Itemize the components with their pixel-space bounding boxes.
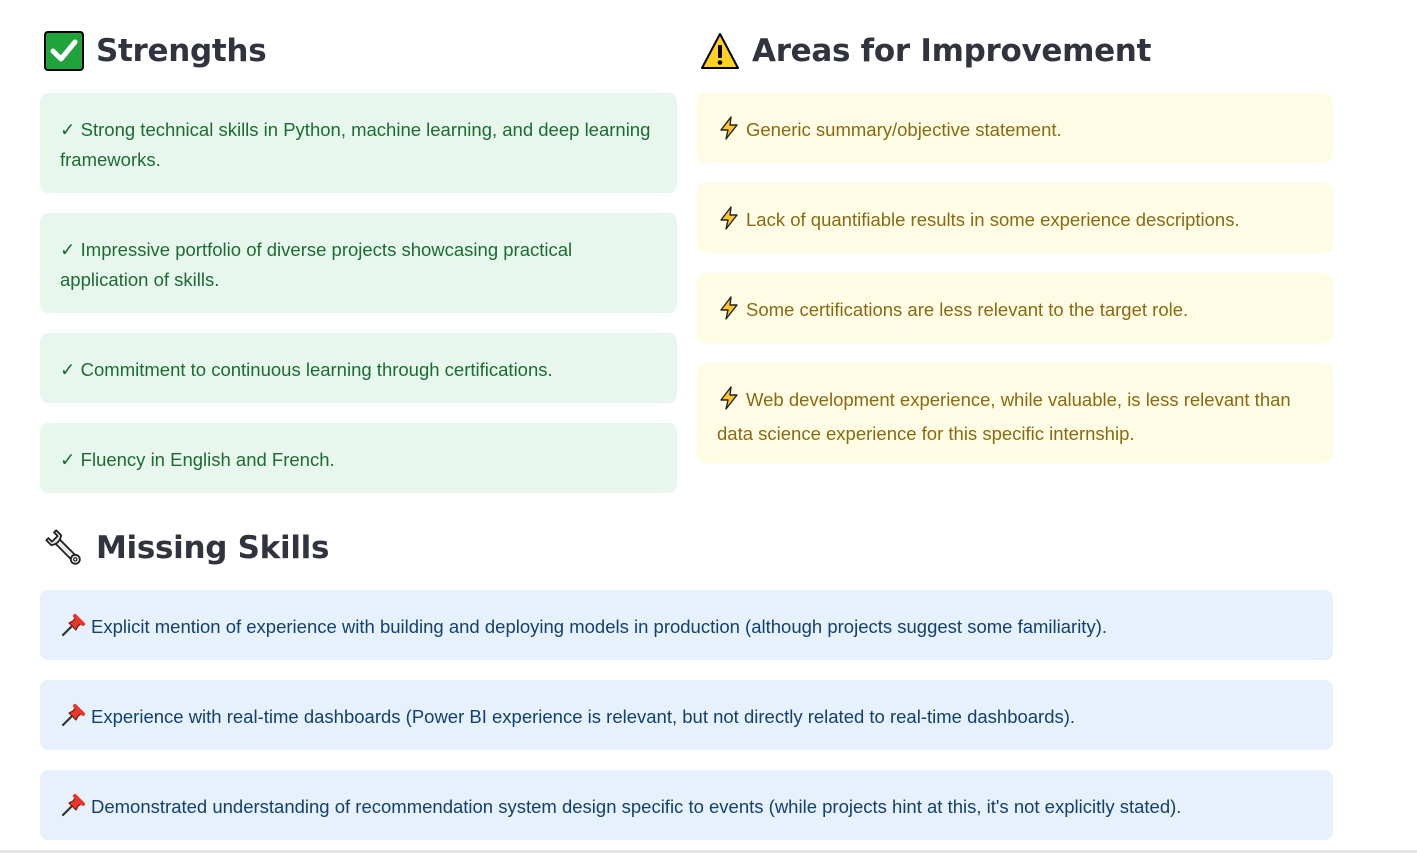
- wrench-icon: [44, 528, 84, 568]
- improvement-card: Some certifications are less relevant to…: [697, 273, 1333, 343]
- strength-card: ✓ Fluency in English and French.: [40, 423, 677, 493]
- strength-text: Fluency in English and French.: [80, 449, 335, 470]
- pushpin-icon: [60, 613, 86, 646]
- strength-card: ✓ Commitment to continuous learning thro…: [40, 333, 677, 403]
- check-marker: ✓: [60, 239, 76, 260]
- lightning-bolt-icon: [717, 206, 741, 239]
- check-marker: ✓: [60, 359, 76, 380]
- pushpin-icon: [60, 703, 86, 736]
- missing-skill-text: Experience with real-time dashboards (Po…: [91, 706, 1076, 727]
- missing-skill-text: Explicit mention of experience with buil…: [91, 616, 1107, 637]
- lightning-bolt-icon: [717, 296, 741, 329]
- strengths-title: Strengths: [96, 33, 267, 69]
- improvement-text: Generic summary/objective statement.: [746, 119, 1062, 140]
- improvements-title: Areas for Improvement: [752, 33, 1152, 69]
- improvements-heading: Areas for Improvement: [700, 31, 1151, 71]
- improvement-card: Generic summary/objective statement.: [697, 93, 1333, 163]
- missing-skill-card: Demonstrated understanding of recommenda…: [40, 770, 1333, 840]
- lightning-bolt-icon: [717, 116, 741, 149]
- improvement-card: Web development experience, while valuab…: [697, 363, 1333, 463]
- warning-icon: [700, 31, 740, 71]
- strength-card: ✓ Strong technical skills in Python, mac…: [40, 93, 677, 193]
- strength-text: Commitment to continuous learning throug…: [80, 359, 553, 380]
- strengths-heading: Strengths: [44, 31, 267, 71]
- missing-skill-card: Experience with real-time dashboards (Po…: [40, 680, 1333, 750]
- strength-card: ✓ Impressive portfolio of diverse projec…: [40, 213, 677, 313]
- missing-skill-text: Demonstrated understanding of recommenda…: [91, 796, 1182, 817]
- improvement-text: Lack of quantifiable results in some exp…: [746, 209, 1240, 230]
- check-marker: ✓: [60, 119, 76, 140]
- improvement-text: Web development experience, while valuab…: [717, 389, 1291, 444]
- strength-text: Strong technical skills in Python, machi…: [60, 119, 651, 170]
- check-mark-button-icon: [44, 31, 84, 71]
- lightning-bolt-icon: [717, 386, 741, 419]
- missing-skill-card: Explicit mention of experience with buil…: [40, 590, 1333, 660]
- missing-skills-heading: Missing Skills: [44, 528, 329, 568]
- strength-text: Impressive portfolio of diverse projects…: [60, 239, 573, 290]
- missing-skills-title: Missing Skills: [96, 530, 330, 566]
- improvement-card: Lack of quantifiable results in some exp…: [697, 183, 1333, 253]
- check-marker: ✓: [60, 449, 76, 470]
- improvement-text: Some certifications are less relevant to…: [746, 299, 1189, 320]
- pushpin-icon: [60, 793, 86, 826]
